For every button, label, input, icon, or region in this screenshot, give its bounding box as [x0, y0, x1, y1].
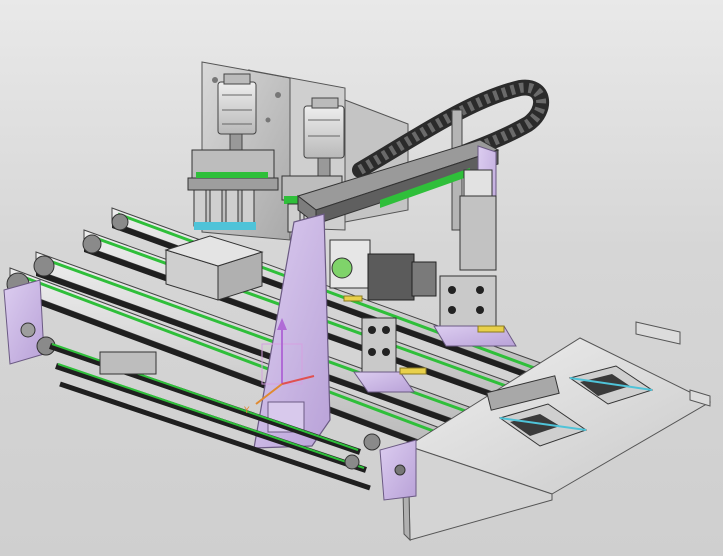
carriage-block-right[interactable] — [433, 275, 517, 347]
belt-drive-housing[interactable] — [164, 235, 264, 301]
front-bearing-bracket[interactable] — [344, 433, 417, 501]
servo-motor[interactable] — [329, 239, 437, 301]
assembly-model[interactable]: Y — [0, 0, 723, 556]
cad-viewport[interactable]: Y — [0, 0, 723, 556]
side-frame-plate[interactable] — [253, 213, 331, 449]
triad-y-label: Y — [243, 406, 250, 416]
